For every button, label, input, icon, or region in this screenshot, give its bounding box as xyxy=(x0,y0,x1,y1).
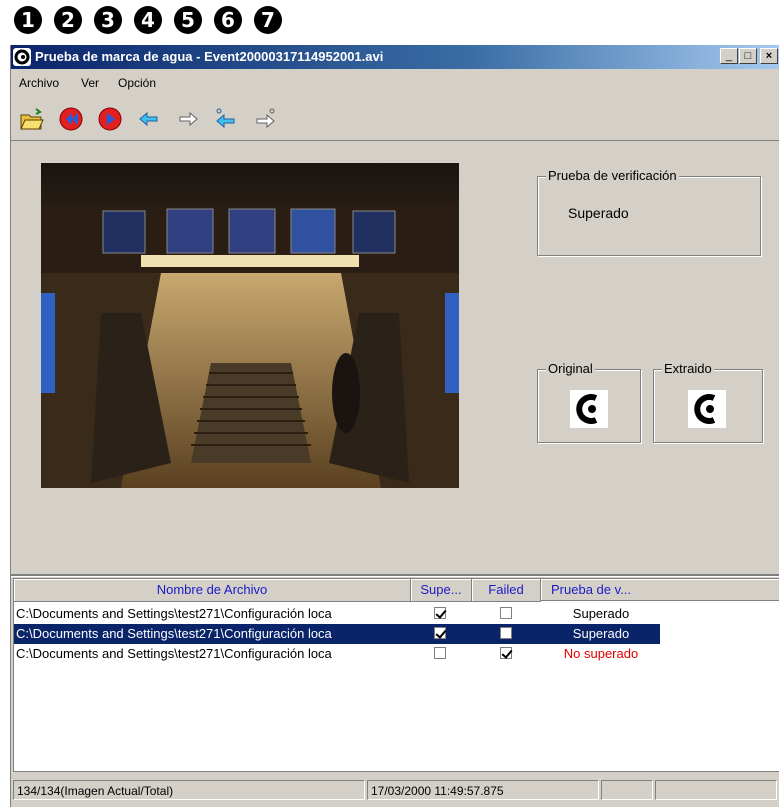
callout-4: 4 xyxy=(134,6,162,34)
status-frame-count: 134/134(Imagen Actual/Total) xyxy=(13,780,365,800)
verification-result: Superado xyxy=(568,205,629,221)
menu-ver[interactable]: Ver xyxy=(81,76,99,90)
callout-bar: 1 2 3 4 5 6 7 xyxy=(0,0,779,40)
menu-opcion[interactable]: Opción xyxy=(118,76,156,90)
maximize-button[interactable]: □ xyxy=(739,48,757,64)
app-icon xyxy=(13,48,31,66)
col-header-passed[interactable]: Supe... xyxy=(411,579,472,602)
video-frame xyxy=(41,163,459,488)
step-back-icon[interactable] xyxy=(213,106,239,132)
callout-1: 1 xyxy=(14,6,42,34)
failed-checkbox[interactable] xyxy=(500,627,512,639)
rewind-icon[interactable] xyxy=(58,106,84,132)
status-panel-empty xyxy=(601,780,653,800)
callout-3: 3 xyxy=(94,6,122,34)
table-row[interactable]: C:\Documents and Settings\test271\Config… xyxy=(14,604,660,624)
failed-checkbox[interactable] xyxy=(500,647,512,659)
callout-6: 6 xyxy=(214,6,242,34)
menu-archivo[interactable]: Archivo xyxy=(19,76,59,90)
original-watermark-icon xyxy=(570,390,608,428)
step-forward-icon[interactable] xyxy=(252,106,278,132)
file-list: Nombre de Archivo Supe... Failed Prueba … xyxy=(13,578,779,772)
col-header-filename[interactable]: Nombre de Archivo xyxy=(14,579,411,602)
row-filename: C:\Documents and Settings\test271\Config… xyxy=(16,646,332,661)
row-result: Superado xyxy=(572,606,630,621)
window-title: Prueba de marca de agua - Event200003171… xyxy=(35,49,384,64)
passed-checkbox[interactable] xyxy=(434,607,446,619)
title-bar[interactable]: Prueba de marca de agua - Event200003171… xyxy=(11,45,779,69)
row-result: No superado xyxy=(563,646,639,661)
failed-checkbox[interactable] xyxy=(500,607,512,619)
passed-checkbox[interactable] xyxy=(434,647,446,659)
row-filename: C:\Documents and Settings\test271\Config… xyxy=(16,626,332,641)
open-folder-icon[interactable] xyxy=(19,106,45,132)
back-arrow-icon[interactable] xyxy=(136,106,162,132)
verification-label: Prueba de verificación xyxy=(546,168,679,183)
toolbar xyxy=(11,96,779,141)
extracted-watermark-icon xyxy=(688,390,726,428)
status-bar: 134/134(Imagen Actual/Total) 17/03/2000 … xyxy=(11,778,779,802)
status-panel-empty xyxy=(655,780,777,800)
col-header-result[interactable]: Prueba de v... xyxy=(541,579,779,601)
table-row-selected[interactable]: C:\Documents and Settings\test271\Config… xyxy=(14,624,660,644)
col-header-failed[interactable]: Failed xyxy=(472,579,541,602)
callout-5: 5 xyxy=(174,6,202,34)
verification-group: Prueba de verificación Superado xyxy=(537,168,761,256)
status-timestamp: 17/03/2000 11:49:57.875 xyxy=(367,780,599,800)
minimize-button[interactable]: _ xyxy=(720,48,738,64)
original-group: Original xyxy=(537,361,641,443)
row-filename: C:\Documents and Settings\test271\Config… xyxy=(16,606,332,621)
extracted-label: Extraido xyxy=(662,361,714,376)
original-label: Original xyxy=(546,361,595,376)
callout-7: 7 xyxy=(254,6,282,34)
close-button[interactable]: × xyxy=(760,48,778,64)
passed-checkbox[interactable] xyxy=(434,627,446,639)
table-row[interactable]: C:\Documents and Settings\test271\Config… xyxy=(14,644,660,664)
menu-bar: Archivo Ver Opción xyxy=(11,72,779,94)
callout-2: 2 xyxy=(54,6,82,34)
extracted-group: Extraido xyxy=(653,361,763,443)
app-window: Prueba de marca de agua - Event200003171… xyxy=(10,45,779,807)
play-icon[interactable] xyxy=(97,106,123,132)
row-result: Superado xyxy=(572,626,630,641)
forward-arrow-icon[interactable] xyxy=(175,106,201,132)
splitter[interactable] xyxy=(11,574,779,577)
